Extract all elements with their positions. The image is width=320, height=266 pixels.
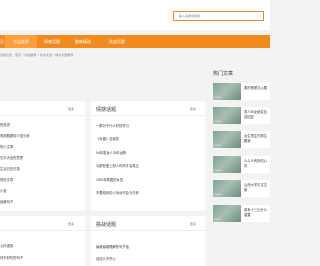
list-item[interactable]: 汉字大全的意思 <box>0 155 23 160</box>
hot-article-item[interactable]: THUMB 原来十三比什么重要 <box>213 205 270 222</box>
list-item[interactable]: 的小文章 <box>0 144 13 149</box>
search-input[interactable] <box>173 11 264 21</box>
article-thumbnail: THUMB <box>213 180 241 197</box>
list-item[interactable]: 与那些爱上别人时你才会真正 <box>96 163 139 168</box>
article-thumbnail: THUMB <box>213 205 241 222</box>
nav-item-recommended[interactable]: 作品推荐 <box>5 35 37 48</box>
bottom-left-more-link[interactable]: 更多 <box>68 222 74 226</box>
article-thumbnail: THUMB <box>213 83 241 100</box>
list-item[interactable]: 最难最难理解的句子话 <box>96 244 129 249</box>
panel-title: 情感话题 <box>96 107 117 113</box>
hot-article-item[interactable]: THUMB 柔的爸爸又心酸 <box>213 83 270 100</box>
list-item[interactable]: 好不好吃的句子 <box>0 255 23 260</box>
list-item[interactable]: 一群对于什么好好学习 <box>96 123 129 128</box>
nav-item-fun[interactable]: 趣味精选 <box>75 35 91 48</box>
list-item[interactable]: 电视剧剧情介绍分析 <box>0 133 30 138</box>
top-bar <box>0 0 270 30</box>
article-title: 男人叫女朋友应该回复 <box>244 110 268 119</box>
breadcrumb: 当前位置：首页 > 作品推荐 > 技术文章 > 精彩文章推荐 <box>0 53 74 57</box>
challenge-panel: 挑战话题 更多 最难最难理解的句子话 该怎么不开心 <box>91 216 205 266</box>
left-panel: 更多 的说说 电视剧剧情介绍分析 的小文章 汉字大全的意思 生活日志记录 的好文… <box>0 101 85 211</box>
list-item[interactable]: 的好文章 <box>0 177 13 182</box>
main-nav: 首页 作品推荐 情感话题 趣味精选 挑战话题 <box>0 35 270 48</box>
list-item[interactable]: 小说 <box>0 188 7 193</box>
hot-article-item[interactable]: THUMB 男人叫女朋友应该回复 <box>213 107 270 124</box>
article-thumbnail: THUMB <box>213 131 241 148</box>
emotion-more-link[interactable]: 更多 <box>190 107 196 111</box>
list-item[interactable]: 经典句子 <box>0 199 13 204</box>
panel-title: 挑战话题 <box>96 222 117 228</box>
article-title: 么么么有好的心情 <box>244 159 268 168</box>
hot-articles-title: 热门文章 <box>213 71 234 77</box>
article-title: 柔的爸爸又心酸 <box>244 86 268 90</box>
article-title: 山西大学中文文案 <box>244 183 268 192</box>
list-item[interactable]: 的说说 <box>0 122 10 127</box>
challenge-more-link[interactable]: 更多 <box>190 222 196 226</box>
list-item[interactable]: 94年属龙人今年运势 <box>96 150 126 155</box>
list-item[interactable]: 心情语录 <box>0 243 13 248</box>
list-item[interactable]: 《青春》全部历 <box>96 136 119 141</box>
bottom-left-panel: 更多 心情语录 好不好吃的句子 <box>0 216 85 266</box>
list-item[interactable]: 该怎么不开心 <box>96 256 116 261</box>
article-title: 原来十三比什么重要 <box>244 208 268 217</box>
list-item[interactable]: 生活日志记录 <box>0 166 20 171</box>
left-more-link[interactable]: 更多 <box>68 107 74 111</box>
nav-item-emotion[interactable]: 情感话题 <box>44 35 60 48</box>
list-item[interactable]: 1992年属猴的女性 <box>96 177 123 182</box>
article-thumbnail: THUMB <box>213 107 241 124</box>
nav-item-challenge[interactable]: 挑战话题 <box>109 35 125 48</box>
article-thumbnail: THUMB <box>213 156 241 173</box>
emotion-panel: 情感话题 更多 一群对于什么好好学习 《青春》全部历 94年属龙人今年运势 与那… <box>91 101 205 211</box>
article-title: 女生很生怕男生跟我 <box>244 134 268 143</box>
hot-article-item[interactable]: THUMB 女生很生怕男生跟我 <box>213 131 270 148</box>
nav-item-home[interactable]: 首页 <box>0 35 4 48</box>
hot-article-item[interactable]: THUMB 么么么有好的心情 <box>213 156 270 173</box>
hot-article-item[interactable]: THUMB 山西大学中文文案 <box>213 180 270 197</box>
list-item[interactable]: 不要给你的人永远不会亏欠你 <box>96 190 139 195</box>
